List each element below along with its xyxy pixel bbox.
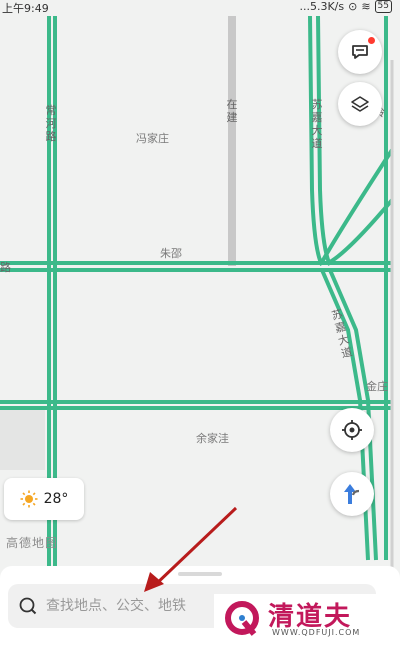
message-icon (352, 45, 368, 59)
road-label-left: 路 (0, 261, 11, 274)
navigation-button[interactable] (330, 472, 374, 516)
sun-icon (20, 490, 38, 508)
weather-temperature: 28° (43, 491, 69, 507)
status-bar: 上午9:49 ...5.3K/s ⊙ ≋ 55 (0, 0, 400, 16)
place-label-fengjiazhuang: 冯家庄 (136, 132, 169, 145)
place-label-jinzhuang: 金庄 (366, 380, 388, 393)
status-time: 上午9:49 (2, 2, 49, 15)
notification-dot (368, 37, 375, 44)
construction-road (228, 16, 236, 266)
layers-icon (351, 96, 369, 112)
road-label-changhe: 常河路 (45, 104, 57, 143)
locate-icon (342, 420, 362, 440)
search-icon (19, 597, 37, 615)
route-arrow-icon (344, 484, 360, 504)
weather-widget[interactable]: 28° (4, 478, 84, 520)
layers-button[interactable] (338, 82, 382, 126)
battery-icon: 55 (374, 0, 392, 13)
alarm-icon: ⊙ (348, 0, 358, 13)
watermark-logo-icon (225, 601, 259, 636)
locate-button[interactable] (330, 408, 374, 452)
wifi-icon: ≋ (361, 0, 371, 13)
map-logo: 高德地图 (6, 536, 59, 550)
annotation-arrow (144, 506, 238, 592)
road-label-under-construction: 在建 (226, 98, 238, 124)
watermark-url: WWW.QDFUJI.COM (272, 628, 361, 637)
message-button[interactable] (338, 30, 382, 74)
road-label-sujia: 苏嘉大道 (311, 98, 323, 150)
place-label-yujiawa: 余家洼 (196, 432, 229, 445)
place-label-zhushao: 朱邵 (160, 247, 182, 260)
network-speed: ...5.3K/s (299, 0, 345, 13)
